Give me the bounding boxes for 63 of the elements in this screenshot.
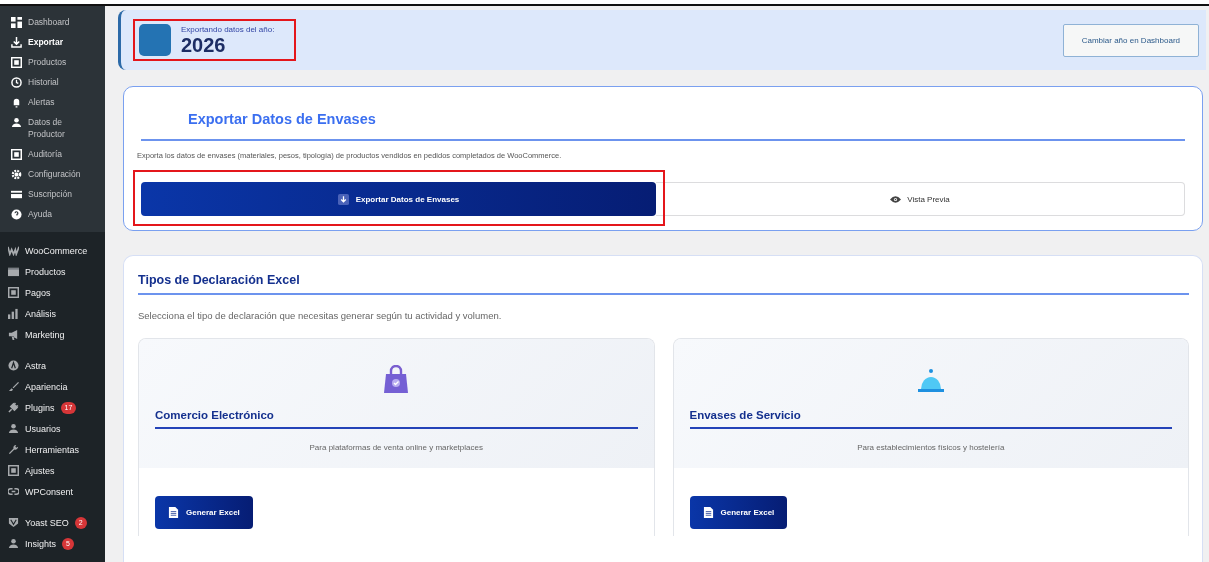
generate-excel-button[interactable]: Generar Excel (689, 496, 788, 529)
type-description: Para plataformas de venta online y marketplaces (309, 443, 483, 452)
type-description: Para establecimientos físicos y hostelería (857, 443, 1005, 452)
menu-item[interactable]: Astra (0, 355, 105, 376)
menu-item[interactable]: Pagos (0, 282, 105, 303)
menu-item[interactable]: Apariencia (0, 376, 105, 397)
eye-icon (890, 193, 902, 205)
settings-icon (11, 168, 22, 180)
card-description: Selecciona el tipo de declaración que necesitas generar según tu actividad y volumen. (138, 310, 503, 321)
export-button[interactable]: Exportar Datos de Envases (141, 182, 656, 216)
link-icon (8, 486, 19, 498)
year-caption: Exportando datos del año: (181, 24, 275, 34)
card-icon (11, 188, 22, 200)
menu-item[interactable]: Marketing (0, 324, 105, 345)
change-year-button[interactable]: Cambiar año en Dashboard (1062, 23, 1199, 57)
document-icon (168, 507, 179, 518)
square-icon (8, 287, 19, 299)
brush-icon (8, 381, 19, 393)
document-icon (702, 507, 714, 518)
person-icon (8, 538, 19, 550)
bar-chart-icon (8, 308, 19, 320)
menu-item[interactable]: WooCommerce (0, 240, 105, 261)
person-icon (8, 423, 19, 435)
menu-item[interactable]: WPConsent (0, 481, 105, 502)
year-value: 2026 (181, 33, 227, 56)
dashboard-icon (11, 16, 22, 28)
square-icon (8, 465, 19, 477)
submenu-item[interactable]: Suscripción (0, 184, 105, 204)
menu-item[interactable]: Herramientas (0, 439, 105, 460)
shield-icon (8, 517, 19, 529)
person-icon (11, 116, 22, 128)
w-logo-icon (8, 245, 19, 257)
preview-button[interactable]: Vista Previa (656, 182, 1185, 216)
card-title: Exportar Datos de Envases (141, 111, 1185, 141)
type-title: Comercio Electrónico (155, 409, 638, 429)
megaphone-icon (8, 329, 19, 341)
help-icon (11, 208, 22, 220)
square-icon (11, 148, 22, 160)
wrench-icon (8, 444, 19, 456)
menu-item[interactable]: Análisis (0, 303, 105, 324)
submenu-item[interactable]: Configuración (0, 164, 105, 184)
menu-item[interactable]: Usuarios (0, 418, 105, 439)
submenu-item[interactable]: Alertas (0, 92, 105, 112)
plug-icon (8, 402, 19, 414)
generate-excel-button[interactable]: Generar Excel (155, 496, 253, 529)
type-title: Envases de Servicio (689, 409, 1172, 429)
submenu-item[interactable]: Productos (0, 52, 105, 72)
download-icon (11, 36, 22, 48)
submenu-item[interactable]: Datos de Productor (0, 112, 105, 144)
bell-icon (11, 96, 22, 108)
submenu-item[interactable]: Dashboard (0, 12, 105, 32)
shopping-bag-icon (382, 365, 411, 395)
submenu-item[interactable]: Historial (0, 72, 105, 92)
circle-logo-icon (8, 360, 19, 372)
menu-item[interactable]: Productos (0, 261, 105, 282)
card-title: Tipos de Declaración Excel (138, 273, 1189, 295)
submenu-item[interactable]: Auditoría (0, 144, 105, 164)
clock-icon (11, 76, 22, 88)
submenu-item[interactable]: Exportar (0, 32, 105, 52)
submenu-item[interactable]: Ayuda (0, 204, 105, 224)
download-icon (337, 193, 349, 205)
year-tile-icon (139, 24, 171, 56)
menu-item[interactable]: Ajustes (0, 460, 105, 481)
